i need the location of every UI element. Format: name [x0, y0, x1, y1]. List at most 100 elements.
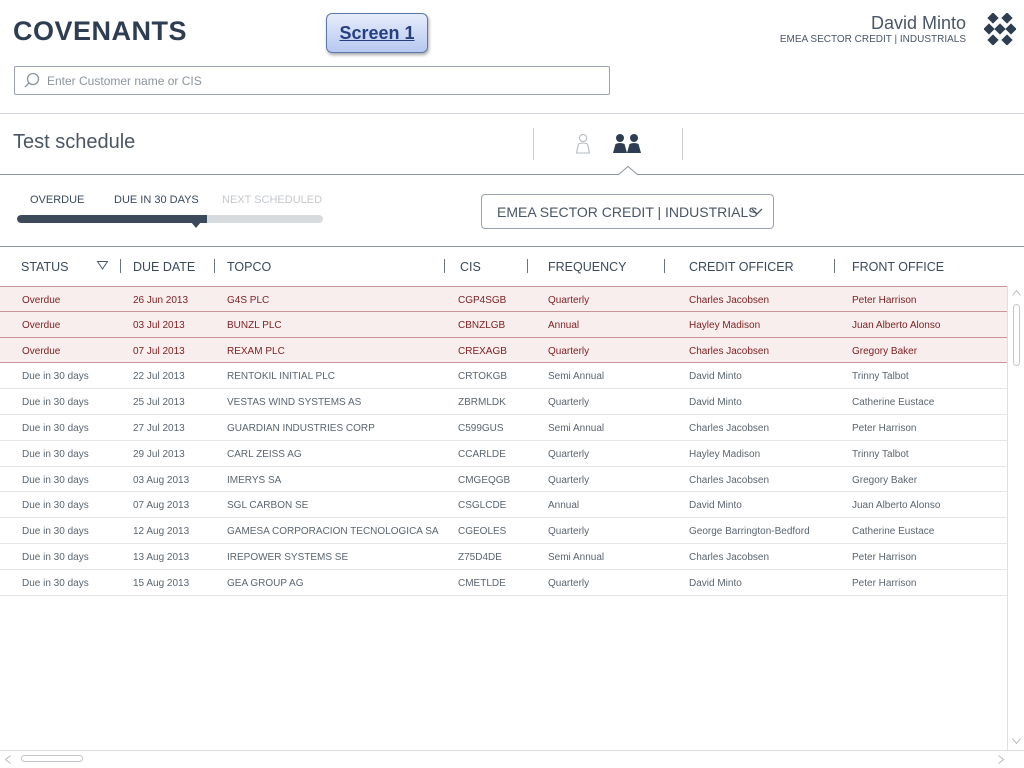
cell-topco: VESTAS WIND SYSTEMS AS — [227, 397, 362, 409]
search-icon — [24, 72, 40, 87]
cell-front-office: Peter Harrison — [852, 577, 917, 589]
screen-label-badge[interactable]: Screen 1 — [326, 13, 428, 53]
cell-topco: G4S PLC — [227, 295, 270, 306]
cell-status: Due in 30 days — [22, 577, 89, 589]
tab-overdue[interactable]: OVERDUE — [30, 194, 84, 206]
scroll-right-icon[interactable] — [998, 755, 1004, 764]
cell-cis: CCARLDE — [458, 448, 506, 460]
sector-select-value: EMEA SECTOR CREDIT | INDUSTRIALS — [497, 203, 758, 220]
cell-front-office: Juan Alberto Alonso — [852, 319, 941, 331]
cell-credit-officer: George Barrington-Bedford — [689, 526, 810, 538]
cell-credit-officer: Charles Jacobsen — [689, 422, 770, 434]
cell-topco: CARL ZEISS AG — [227, 448, 302, 460]
cell-cis: CSGLCDE — [458, 500, 507, 512]
customer-search[interactable] — [14, 66, 610, 95]
column-header-status[interactable]: STATUS — [21, 260, 68, 274]
scroll-down-icon[interactable] — [1012, 738, 1021, 744]
table-row[interactable]: Due in 30 days 22 Jul 2013 RENTOKIL INITIA… — [0, 363, 1008, 390]
tab-progress-track — [17, 215, 323, 223]
column-header-credit-officer[interactable]: CREDIT OFFICER — [689, 260, 794, 274]
cell-frequency: Quarterly — [548, 474, 590, 486]
schedule-divider — [0, 174, 1024, 175]
table-row[interactable]: Due in 30 days 12 Aug 2013 GAMESA CORPORAC… — [0, 518, 1008, 544]
table-row[interactable]: Due in 30 days 07 Aug 2013 SGL CARBON SE CS… — [0, 492, 1008, 519]
cell-cis: Z75D4DE — [458, 551, 502, 563]
cell-credit-officer: Charles Jacobsen — [689, 345, 770, 357]
cell-due-date: 22 Jul 2013 — [133, 371, 185, 383]
cell-credit-officer: David Minto — [689, 500, 742, 512]
horizontal-scrollbar[interactable] — [0, 750, 1024, 768]
table-row[interactable]: Due in 30 days 03 Aug 2013 IMERYS SA CMGEQG… — [0, 467, 1008, 493]
column-header-front-office[interactable]: FRONT OFFICE — [852, 260, 944, 274]
cell-front-office: Catherine Eustace — [852, 526, 935, 538]
cell-due-date: 03 Jul 2013 — [133, 319, 185, 331]
tab-progress-marker — [191, 222, 201, 228]
user-name: David Minto — [870, 13, 966, 33]
cell-credit-officer: Charles Jacobsen — [689, 474, 770, 486]
cell-front-office: Peter Harrison — [852, 551, 917, 563]
vertical-scroll-thumb[interactable] — [1013, 304, 1020, 366]
cell-cis: CMGEQGB — [458, 474, 511, 486]
cell-frequency: Semi Annual — [548, 371, 605, 383]
cell-due-date: 13 Aug 2013 — [133, 551, 190, 563]
cell-status: Due in 30 days — [22, 500, 89, 512]
column-separator — [444, 259, 445, 273]
cell-cis: ZBRMLDK — [458, 397, 506, 409]
user-icon[interactable] — [574, 133, 592, 155]
column-header-cis[interactable]: CIS — [460, 260, 481, 274]
cell-credit-officer: David Minto — [689, 371, 742, 383]
tab-due-in-30-days[interactable]: DUE IN 30 DAYS — [114, 194, 199, 206]
table-row[interactable]: Due in 30 days 15 Aug 2013 GEA GROUP AG CME… — [0, 570, 1008, 596]
cell-cis: CMETLDE — [458, 577, 506, 589]
table-row[interactable]: Due in 30 days 27 Jul 2013 GUARDIAN INDUST… — [0, 415, 1008, 441]
table-row[interactable]: Overdue 26 Jun 2013 G4S PLC CGP4SGB Quarterl… — [0, 286, 1008, 312]
cell-topco: BUNZL PLC — [227, 319, 282, 331]
app-title: COVENANTS — [13, 16, 188, 46]
cell-frequency: Annual — [548, 319, 580, 331]
horizontal-scroll-thumb[interactable] — [21, 755, 83, 762]
cell-frequency: Semi Annual — [548, 422, 605, 434]
cell-credit-officer: David Minto — [689, 397, 742, 409]
table-row[interactable]: Due in 30 days 25 Jul 2013 VESTAS WIND SYS… — [0, 389, 1008, 415]
cell-credit-officer: David Minto — [689, 577, 742, 589]
users-group-icon[interactable] — [612, 133, 642, 155]
vertical-scrollbar[interactable] — [1007, 286, 1024, 750]
cell-front-office: Trinny Talbot — [852, 448, 909, 460]
cell-topco: GAMESA CORPORACION TECNOLOGICA SA — [227, 526, 439, 538]
cell-front-office: Gregory Baker — [852, 474, 918, 486]
table-row[interactable]: Overdue 03 Jul 2013 BUNZL PLC CBNZLGB Annual… — [0, 311, 1008, 338]
cell-status: Due in 30 days — [22, 551, 89, 563]
cell-due-date: 07 Jul 2013 — [133, 345, 185, 357]
cell-credit-officer: Charles Jacobsen — [689, 295, 770, 306]
cell-status: Overdue — [22, 295, 61, 306]
table-row[interactable]: Due in 30 days 13 Aug 2013 IREPOWER SYSTEM… — [0, 544, 1008, 570]
active-view-pointer — [618, 166, 638, 176]
cell-cis: CRTOKGB — [458, 371, 508, 383]
table-row[interactable]: Due in 30 days 29 Jul 2013 CARL ZEISS AG CC… — [0, 441, 1008, 467]
cell-status: Overdue — [22, 345, 61, 357]
scroll-left-icon[interactable] — [5, 755, 11, 764]
sector-select[interactable]: EMEA SECTOR CREDIT | INDUSTRIALS — [481, 194, 774, 229]
table-top-divider — [0, 246, 1024, 247]
column-header-topco[interactable]: TOPCO — [227, 260, 271, 274]
cell-cis: C599GUS — [458, 422, 504, 434]
column-header-frequency[interactable]: FREQUENCY — [548, 260, 626, 274]
covenant-table-body: Overdue 26 Jun 2013 G4S PLC CGP4SGB Quarterl… — [0, 286, 1008, 596]
cell-front-office: Peter Harrison — [852, 295, 917, 306]
schedule-title: Test schedule — [13, 131, 136, 153]
cell-topco: RENTOKIL INITIAL PLC — [227, 371, 335, 383]
cell-due-date: 12 Aug 2013 — [133, 526, 190, 538]
cell-cis: CREXAGB — [458, 345, 507, 357]
sort-down-icon[interactable] — [97, 261, 108, 270]
tab-next-scheduled[interactable]: NEXT SCHEDULED — [222, 194, 322, 206]
search-input[interactable] — [47, 73, 587, 88]
cell-status: Due in 30 days — [22, 474, 89, 486]
scroll-up-icon[interactable] — [1012, 290, 1021, 296]
column-separator — [120, 259, 121, 273]
user-department: EMEA SECTOR CREDIT | INDUSTRIALS — [779, 34, 966, 45]
table-row[interactable]: Overdue 07 Jul 2013 REXAM PLC CREXAGB Quarte… — [0, 337, 1008, 364]
cell-status: Due in 30 days — [22, 448, 89, 460]
cell-due-date: 15 Aug 2013 — [133, 577, 190, 589]
column-header-due-date[interactable]: DUE DATE — [133, 260, 195, 274]
cell-front-office: Peter Harrison — [852, 422, 917, 434]
